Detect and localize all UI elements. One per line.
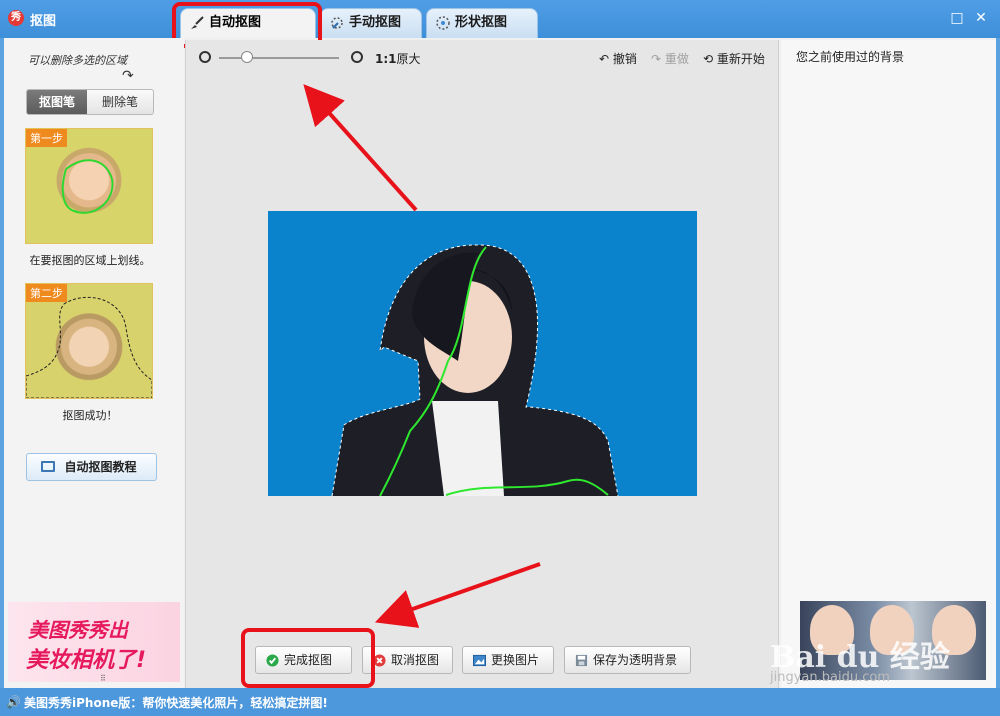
step2-caption: 抠图成功！ xyxy=(62,409,118,422)
app-window: 秀 抠图 □ ✕ 自动抠图 手动抠图 形状抠图 可以删除多选的区域 ↷ 抠图笔 … xyxy=(0,0,1000,716)
undo-button[interactable]: ↶ 撤销 xyxy=(599,50,637,67)
restart-button[interactable]: ⟲ 重新开始 xyxy=(703,50,765,67)
save-transparent-label: 保存为透明背景 xyxy=(593,653,678,667)
save-disk-icon xyxy=(575,654,588,667)
step2-selection-outline xyxy=(26,296,152,398)
photo-canvas[interactable] xyxy=(268,211,697,496)
baidu-watermark-url: jingyan.baidu.com xyxy=(770,670,890,685)
hint-text: 可以删除多选的区域 xyxy=(28,54,127,67)
undo-label: 撤销 xyxy=(612,52,637,66)
promo-line-2: 美妆相机了! xyxy=(26,648,147,673)
tab-label: 手动抠图 xyxy=(349,15,402,30)
step1-caption: 在要抠图的区域上划线。 xyxy=(29,254,151,267)
status-text[interactable]: 美图秀秀iPhone版：帮你快速美化照片，轻松搞定拼图! xyxy=(24,694,328,711)
promo-line-1: 美图秀秀出 xyxy=(28,618,128,642)
eraser-pen-button[interactable]: 删除笔 xyxy=(87,90,153,114)
right-panel xyxy=(781,40,996,688)
save-transparent-button[interactable]: 保存为透明背景 xyxy=(564,646,691,674)
window-title: 抠图 xyxy=(30,14,57,29)
redo-label: 重做 xyxy=(664,52,689,66)
close-icon[interactable]: ✕ xyxy=(972,9,990,27)
speaker-icon: 🔊 xyxy=(6,695,21,709)
step1-stroke xyxy=(61,159,114,214)
tab-manual-cutout[interactable]: 手动抠图 xyxy=(320,8,422,38)
zoom-label: 原大 xyxy=(396,52,421,66)
restart-label: 重新开始 xyxy=(716,52,765,66)
cutout-pen-button[interactable]: 抠图笔 xyxy=(27,90,87,114)
tutorial-button-label: 自动抠图教程 xyxy=(64,460,137,474)
recent-backgrounds-title: 您之前使用过的背景 xyxy=(796,50,905,64)
tool-toggle: 抠图笔 删除笔 xyxy=(26,89,154,115)
portrait-photo xyxy=(331,244,619,496)
resize-grip-icon[interactable]: ⠿ xyxy=(100,674,106,683)
step2-example-image: 第二步 xyxy=(25,283,153,399)
replace-image-button[interactable]: 更换图片 xyxy=(462,646,554,674)
editor-toolbar: 1:1原大 ↶ 撤销 ↷ 重做 ⟲ 重新开始 xyxy=(185,42,779,72)
status-bar: 🔊 美图秀秀iPhone版：帮你快速美化照片，轻松搞定拼图! xyxy=(0,688,1000,716)
zoom-out-icon[interactable] xyxy=(199,51,211,63)
shape-icon xyxy=(436,16,450,30)
finish-highlight-annotation xyxy=(241,628,375,688)
auto-cutout-tutorial-button[interactable]: 自动抠图教程 xyxy=(26,453,157,481)
cancel-label: 取消抠图 xyxy=(391,653,440,667)
step1-example-image: 第一步 xyxy=(25,128,153,244)
tab-label: 形状抠图 xyxy=(455,15,508,30)
app-logo-icon: 秀 xyxy=(8,10,24,26)
zoom-slider-handle[interactable] xyxy=(241,51,253,63)
actual-size-button[interactable]: 1:1原大 xyxy=(375,50,421,67)
zoom-ratio: 1:1 xyxy=(375,52,397,66)
replace-label: 更换图片 xyxy=(491,653,540,667)
image-icon xyxy=(473,654,486,667)
book-icon xyxy=(41,461,55,472)
promo-banner[interactable]: 美图秀秀出 美妆相机了! xyxy=(8,602,180,682)
zoom-in-icon[interactable] xyxy=(351,51,363,63)
tab-shape-cutout[interactable]: 形状抠图 xyxy=(426,8,538,38)
maximize-icon[interactable]: □ xyxy=(948,9,966,27)
curved-arrow-icon: ↷ xyxy=(122,68,134,84)
zoom-slider[interactable] xyxy=(219,57,339,59)
pen-icon xyxy=(331,17,343,29)
cancel-cutout-button[interactable]: 取消抠图 xyxy=(362,646,453,674)
redo-button[interactable]: ↷ 重做 xyxy=(651,50,689,67)
